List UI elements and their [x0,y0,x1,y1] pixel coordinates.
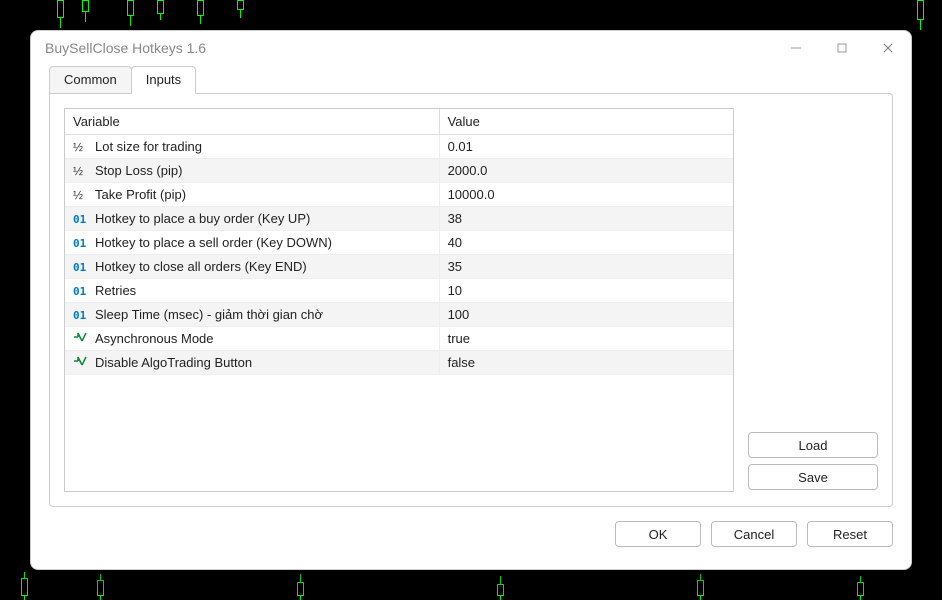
variable-label: Take Profit (pip) [95,187,186,202]
value-cell[interactable]: true [439,327,733,351]
minimize-icon [790,42,802,54]
tab-strip: Common Inputs [31,65,911,93]
table-row[interactable]: 01 Hotkey to place a buy order (Key UP) 38 [65,207,733,231]
value-cell[interactable]: 0.01 [439,135,733,159]
variable-label: Sleep Time (msec) - giảm thời gian chờ [95,307,323,322]
table-row[interactable]: Asynchronous Mode true [65,327,733,351]
fraction-icon: ½ [73,164,91,178]
inputs-table-wrap: Variable Value ½ Lot size for trading 0.01… [64,108,734,492]
variable-cell: 01 Retries [65,279,439,303]
bool-icon [73,331,91,343]
table-row[interactable]: ½ Take Profit (pip) 10000.0 [65,183,733,207]
table-row[interactable]: 01 Sleep Time (msec) - giảm thời gian chờ… [65,303,733,327]
cancel-button[interactable]: Cancel [711,521,797,547]
integer-icon: 01 [73,213,91,226]
table-row[interactable]: 01 Retries 10 [65,279,733,303]
tab-content: Variable Value ½ Lot size for trading 0.01… [49,93,893,507]
variable-label: Asynchronous Mode [95,331,214,346]
variable-label: Hotkey to close all orders (Key END) [95,259,307,274]
fraction-icon: ½ [73,140,91,154]
table-empty-area [65,375,733,491]
value-cell[interactable]: 35 [439,255,733,279]
tab-inputs[interactable]: Inputs [131,66,196,94]
load-button[interactable]: Load [748,432,878,458]
variable-cell: 01 Hotkey to place a sell order (Key DOWN… [65,231,439,255]
variable-cell: ½ Stop Loss (pip) [65,159,439,183]
value-cell[interactable]: 2000.0 [439,159,733,183]
variable-cell: Disable AlgoTrading Button [65,351,439,375]
table-row[interactable]: 01 Hotkey to place a sell order (Key DOWN… [65,231,733,255]
value-cell[interactable]: 40 [439,231,733,255]
variable-label: Hotkey to place a sell order (Key DOWN) [95,235,332,250]
minimize-button[interactable] [773,31,819,65]
integer-icon: 01 [73,285,91,298]
value-cell[interactable]: 38 [439,207,733,231]
bool-icon [73,355,91,367]
maximize-button[interactable] [819,31,865,65]
variable-label: Disable AlgoTrading Button [95,355,252,370]
value-cell[interactable]: 10000.0 [439,183,733,207]
tab-common[interactable]: Common [49,66,132,93]
value-cell[interactable]: 10 [439,279,733,303]
col-variable[interactable]: Variable [65,109,439,135]
variable-cell: Asynchronous Mode [65,327,439,351]
table-row[interactable]: ½ Stop Loss (pip) 2000.0 [65,159,733,183]
titlebar: BuySellClose Hotkeys 1.6 [31,31,911,65]
variable-label: Lot size for trading [95,139,202,154]
value-cell[interactable]: false [439,351,733,375]
ok-button[interactable]: OK [615,521,701,547]
variable-cell: 01 Hotkey to place a buy order (Key UP) [65,207,439,231]
save-button[interactable]: Save [748,464,878,490]
reset-button[interactable]: Reset [807,521,893,547]
col-value[interactable]: Value [439,109,733,135]
table-row[interactable]: 01 Hotkey to close all orders (Key END) 35 [65,255,733,279]
variable-cell: ½ Take Profit (pip) [65,183,439,207]
maximize-icon [836,42,848,54]
variable-label: Retries [95,283,136,298]
table-row[interactable]: ½ Lot size for trading 0.01 [65,135,733,159]
variable-cell: 01 Hotkey to close all orders (Key END) [65,255,439,279]
variable-label: Stop Loss (pip) [95,163,182,178]
inputs-table: Variable Value ½ Lot size for trading 0.01… [65,109,733,375]
variable-cell: 01 Sleep Time (msec) - giảm thời gian chờ [65,303,439,327]
value-cell[interactable]: 100 [439,303,733,327]
settings-dialog: BuySellClose Hotkeys 1.6 Common Inputs V… [30,30,912,570]
variable-cell: ½ Lot size for trading [65,135,439,159]
integer-icon: 01 [73,237,91,250]
window-title: BuySellClose Hotkeys 1.6 [45,40,206,56]
table-row[interactable]: Disable AlgoTrading Button false [65,351,733,375]
integer-icon: 01 [73,261,91,274]
close-button[interactable] [865,31,911,65]
side-button-panel: Load Save [748,108,878,492]
dialog-footer: OK Cancel Reset [31,521,911,569]
integer-icon: 01 [73,309,91,322]
variable-label: Hotkey to place a buy order (Key UP) [95,211,310,226]
fraction-icon: ½ [73,188,91,202]
close-icon [882,42,894,54]
